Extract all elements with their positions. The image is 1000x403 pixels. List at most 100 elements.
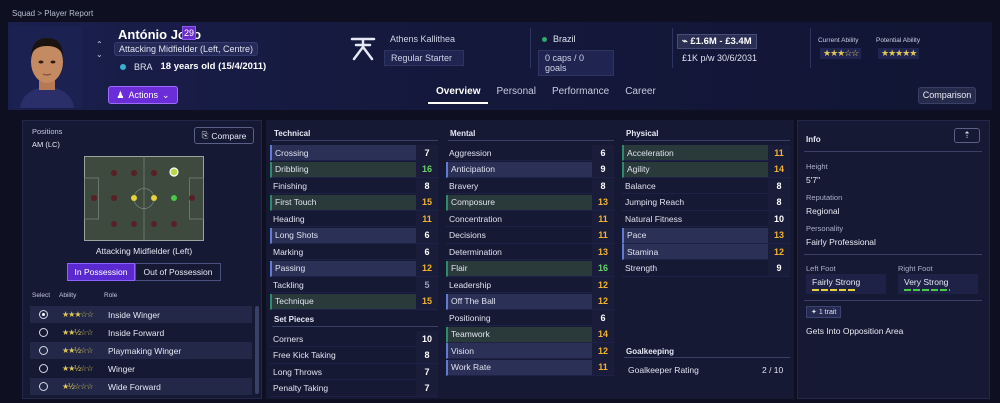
attribute-row[interactable]: Natural Fitness 10 — [622, 210, 790, 227]
role-ability-stars: ★★½☆☆ — [62, 328, 93, 337]
profile-tabs: Overview Personal Performance Career — [428, 84, 664, 104]
attribute-value: 12 — [416, 260, 438, 276]
attribute-row[interactable]: Corners 10 — [270, 330, 438, 347]
attribute-row[interactable]: Balance 8 — [622, 177, 790, 194]
personality-label: Personality — [806, 224, 844, 233]
role-radio[interactable] — [39, 328, 48, 337]
role-row[interactable]: ★★½☆☆ Playmaking Winger — [30, 342, 252, 359]
transfer-value-badge: ⌁ £1.6M - £3.4M — [677, 34, 757, 49]
attribute-name: First Touch — [275, 197, 317, 207]
left-foot-value: Fairly Strong — [812, 277, 861, 287]
mental-header: Mental — [450, 129, 476, 138]
attribute-value: 11 — [592, 227, 614, 243]
attribute-row[interactable]: Determination 13 — [446, 243, 614, 260]
attribute-name: Pace — [627, 230, 647, 240]
attribute-name: Finishing — [273, 180, 308, 191]
chevron-up-icon[interactable]: ⌃ — [96, 40, 103, 50]
role-row[interactable]: ★★½☆☆ Winger — [30, 360, 252, 377]
attribute-row[interactable]: Free Kick Taking 8 — [270, 347, 438, 364]
attribute-row[interactable]: Stamina 12 — [622, 243, 790, 260]
attribute-name: Tackling — [273, 279, 304, 290]
attribute-row[interactable]: Teamwork 14 — [446, 326, 614, 343]
column-rule — [272, 326, 438, 327]
attribute-row[interactable]: Aggression 6 — [446, 144, 614, 161]
tab-overview[interactable]: Overview — [428, 84, 489, 104]
attribute-name: Natural Fitness — [625, 213, 683, 224]
attribute-row[interactable]: Jumping Reach 8 — [622, 194, 790, 211]
attribute-name: Acceleration — [627, 147, 674, 158]
attribute-row[interactable]: Technique 15 — [270, 293, 438, 310]
nation-dot-icon — [120, 63, 126, 70]
role-radio[interactable] — [39, 382, 48, 391]
role-radio[interactable] — [39, 364, 48, 373]
attribute-value: 12 — [768, 243, 790, 260]
attribute-row[interactable]: Composure 13 — [446, 194, 614, 211]
attribute-value: 6 — [592, 144, 614, 161]
attribute-row[interactable]: Tackling 5 — [270, 276, 438, 293]
attribute-row[interactable]: Agility 14 — [622, 161, 790, 178]
physical-header: Physical — [626, 129, 659, 138]
attribute-row[interactable]: Strength 9 — [622, 260, 790, 277]
attribute-row[interactable]: Long Shots 6 — [270, 227, 438, 244]
roles-header-select: Select — [32, 292, 51, 299]
traits-badge[interactable]: ✦ 1 trait — [806, 306, 842, 318]
role-row[interactable]: ★½☆☆☆ Wide Forward — [30, 378, 252, 395]
position-pitch[interactable] — [84, 156, 204, 241]
chevron-down-icon[interactable]: ⌄ — [96, 50, 103, 60]
attribute-name: Penalty Taking — [273, 383, 329, 393]
info-edit-button[interactable]: ⇡ — [954, 128, 980, 143]
positions-label: Positions — [32, 127, 63, 136]
attribute-value: 8 — [592, 177, 614, 194]
attribute-row[interactable]: Leadership 12 — [446, 276, 614, 293]
attribute-row[interactable]: Pace 13 — [622, 227, 790, 244]
attribute-name: Jumping Reach — [625, 197, 685, 207]
attribute-name: Composure — [451, 197, 495, 207]
attribute-row[interactable]: Acceleration 11 — [622, 144, 790, 161]
attribute-row[interactable]: Heading 11 — [270, 210, 438, 227]
attribute-row[interactable]: Off The Ball 12 — [446, 293, 614, 310]
attribute-row[interactable]: First Touch 15 — [270, 194, 438, 211]
attribute-row[interactable]: Bravery 8 — [446, 177, 614, 194]
tab-career[interactable]: Career — [617, 84, 664, 104]
attribute-name: Aggression — [449, 147, 492, 158]
attribute-row[interactable]: Flair 16 — [446, 260, 614, 277]
attribute-value: 13 — [592, 194, 614, 210]
attribute-row[interactable]: Anticipation 9 — [446, 161, 614, 178]
role-list-scrollbar[interactable] — [255, 306, 259, 394]
attribute-row[interactable]: Vision 12 — [446, 342, 614, 359]
attribute-row[interactable]: Long Throws 7 — [270, 363, 438, 380]
tab-performance[interactable]: Performance — [544, 84, 617, 104]
breadcrumb[interactable]: Squad > Player Report — [12, 9, 93, 18]
current-ability-label: Current Ability — [818, 37, 859, 44]
in-possession-toggle[interactable]: In Possession — [67, 263, 135, 281]
role-radio[interactable] — [39, 310, 48, 319]
club-logo-icon[interactable] — [348, 33, 378, 63]
role-row[interactable]: ★★★☆☆ Inside Winger — [30, 306, 252, 323]
attribute-name: Determination — [449, 246, 502, 257]
nation-info[interactable]: Brazil — [542, 34, 576, 44]
attribute-row[interactable]: Decisions 11 — [446, 227, 614, 244]
comparison-button[interactable]: Comparison — [918, 87, 976, 104]
attribute-value: 14 — [768, 161, 790, 177]
attribute-row[interactable]: Crossing 7 — [270, 144, 438, 161]
attribute-row[interactable]: Dribbling 16 — [270, 161, 438, 178]
player-nav-arrows[interactable]: ⌃ ⌄ — [96, 40, 103, 60]
club-name[interactable]: Athens Kallithea — [384, 32, 464, 46]
roles-header-role: Role — [104, 292, 118, 299]
left-foot-box: Fairly Strong — [806, 274, 886, 294]
role-radio[interactable] — [39, 346, 48, 355]
trait-item[interactable]: Gets Into Opposition Area — [806, 326, 903, 336]
attribute-row[interactable]: Work Rate 11 — [446, 359, 614, 376]
out-of-possession-toggle[interactable]: Out of Possession — [135, 263, 221, 281]
right-foot-value: Very Strong — [904, 277, 949, 287]
attribute-row[interactable]: Passing 12 — [270, 260, 438, 277]
attribute-row[interactable]: Marking 6 — [270, 243, 438, 260]
attribute-row[interactable]: Penalty Taking 7 — [270, 380, 438, 397]
compare-button[interactable]: ⎘ Compare — [194, 127, 254, 144]
actions-button[interactable]: ♟ Actions ⌄ — [108, 86, 178, 104]
attribute-row[interactable]: Concentration 11 — [446, 210, 614, 227]
tab-personal[interactable]: Personal — [488, 84, 543, 104]
attribute-row[interactable]: Finishing 8 — [270, 177, 438, 194]
role-row[interactable]: ★★½☆☆ Inside Forward — [30, 324, 252, 341]
attribute-row[interactable]: Positioning 6 — [446, 309, 614, 326]
